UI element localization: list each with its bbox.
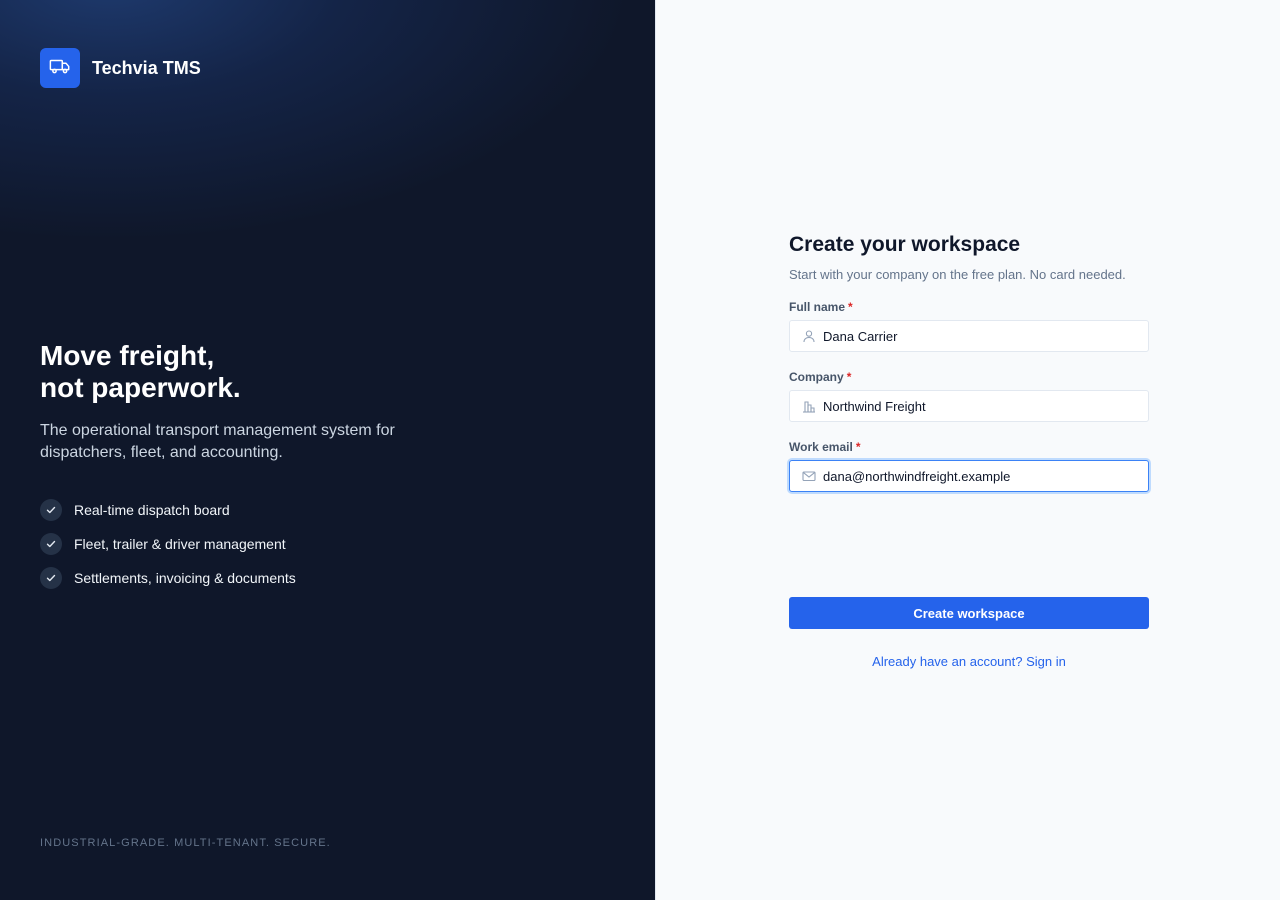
feature-label: Settlements, invoicing & documents: [74, 570, 296, 586]
brand-logo: [40, 48, 80, 88]
full-name-label-text: Full name: [789, 300, 846, 314]
hero-title-line-2: not paperwork.: [40, 372, 241, 403]
feature-item: Real-time dispatch board: [40, 498, 440, 522]
feature-label: Real-time dispatch board: [74, 502, 230, 518]
sign-in-link[interactable]: Already have an account? Sign in: [789, 654, 1149, 669]
company-label: Company *: [789, 370, 1149, 384]
required-marker: *: [848, 300, 853, 314]
signup-panel: Create your workspace Start with your co…: [655, 0, 1280, 900]
building-icon: [802, 399, 816, 413]
marketing-panel: Techvia TMS Move freight, not paperwork.…: [0, 0, 655, 900]
check-icon: [40, 567, 62, 589]
truck-icon: [49, 55, 71, 82]
mail-icon: [802, 469, 816, 483]
work-email-label-text: Work email: [789, 440, 853, 454]
work-email-field: Work email *: [789, 440, 1149, 492]
required-marker: *: [846, 370, 852, 384]
create-workspace-button[interactable]: Create workspace: [789, 597, 1149, 629]
full-name-input[interactable]: [823, 321, 1148, 351]
work-email-label: Work email *: [789, 440, 1149, 454]
feature-list: Real-time dispatch board Fleet, trailer …: [40, 498, 440, 590]
form-subtitle: Start with your company on the free plan…: [789, 267, 1126, 282]
feature-item: Settlements, invoicing & documents: [40, 566, 440, 590]
company-label-text: Company: [789, 370, 844, 384]
hero-subtitle: The operational transport management sys…: [40, 422, 395, 461]
company-field: Company *: [789, 370, 1149, 422]
brand-name: Techvia TMS: [92, 57, 201, 78]
check-icon: [40, 533, 62, 555]
full-name-field: Full name *: [789, 300, 1149, 352]
signup-form: Create your workspace Start with your co…: [789, 232, 1149, 669]
required-marker: *: [855, 440, 861, 454]
check-icon: [40, 499, 62, 521]
feature-label: Fleet, trailer & driver management: [74, 536, 286, 552]
form-title: Create your workspace: [789, 233, 1021, 256]
company-input[interactable]: [823, 391, 1148, 421]
tagline: INDUSTRIAL-GRADE. MULTI-TENANT. SECURE.: [40, 837, 331, 849]
hero-title-line-1: Move freight,: [40, 340, 215, 371]
work-email-input[interactable]: [823, 461, 1148, 491]
company-input-wrap[interactable]: [789, 390, 1149, 422]
brand: Techvia TMS: [40, 48, 201, 88]
feature-item: Fleet, trailer & driver management: [40, 532, 440, 556]
full-name-input-wrap[interactable]: [789, 320, 1149, 352]
user-icon: [802, 329, 816, 343]
work-email-input-wrap[interactable]: [789, 460, 1149, 492]
full-name-label: Full name *: [789, 300, 1149, 314]
hero: Move freight, not paperwork. The operati…: [40, 340, 440, 600]
hero-title: Move freight, not paperwork.: [40, 340, 440, 404]
